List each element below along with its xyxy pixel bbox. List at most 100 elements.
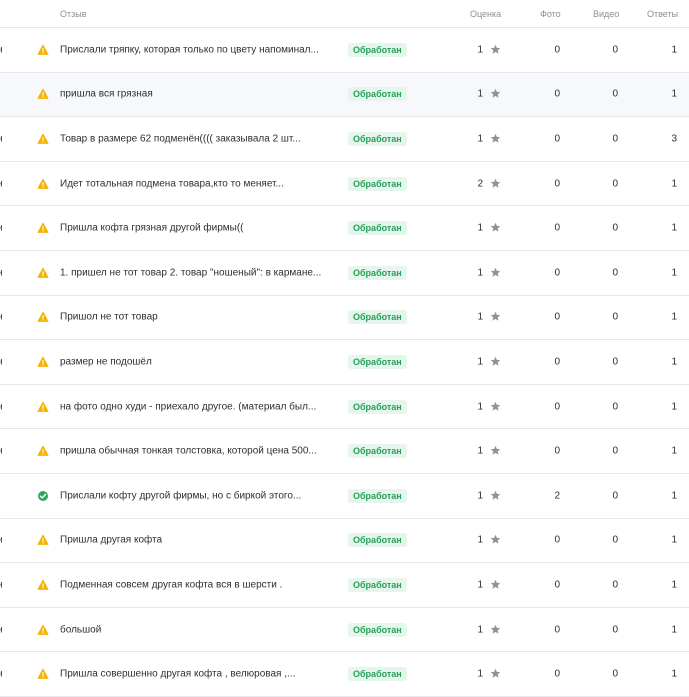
video-count: 0 [612, 668, 618, 680]
star-icon [490, 579, 502, 591]
status-badge: Обработан [348, 221, 407, 236]
table-row[interactable]: н на фото одно худи - приехало другое. (м… [0, 385, 689, 430]
star-icon [490, 624, 502, 636]
table-row[interactable]: н Пришол не тот товар Обработан 1 0 0 1 [0, 296, 689, 341]
photo-count: 0 [554, 579, 560, 591]
rating-value: 1 [477, 133, 483, 145]
answers-count: 1 [671, 534, 677, 546]
review-text[interactable]: размер не подошёл [60, 356, 340, 367]
header-answers[interactable]: Ответы [647, 9, 678, 19]
table-row[interactable]: Прислали кофту другой фирмы, но с биркой… [0, 474, 689, 519]
table-body: н Прислали тряпку, которая только по цвет… [0, 28, 689, 697]
review-text[interactable]: Пришол не тот товар [60, 312, 340, 323]
table-header: Отзыв Оценка Фото Видео Ответы [0, 0, 689, 28]
rating-value: 2 [477, 178, 483, 190]
review-text[interactable]: Пришла кофта грязная другой фирмы(( [60, 223, 340, 234]
review-text[interactable]: на фото одно худи - приехало другое. (ма… [60, 401, 340, 412]
warning-icon [37, 44, 49, 56]
row-left-fragment: н [0, 446, 3, 457]
photo-count: 0 [554, 222, 560, 234]
header-review[interactable]: Отзыв [60, 9, 87, 19]
video-count: 0 [612, 356, 618, 368]
warning-icon [37, 624, 49, 636]
table-row[interactable]: пришла вся грязная Обработан 1 0 0 1 [0, 72, 689, 118]
warning-icon [37, 579, 49, 591]
row-left-fragment: н [0, 223, 3, 234]
status-badge: Обработан [348, 533, 407, 548]
rating-value: 1 [477, 401, 483, 413]
answers-count: 1 [671, 490, 677, 502]
warning-icon [37, 267, 49, 279]
answers-count: 1 [671, 401, 677, 413]
review-text[interactable]: Подменная совсем другая кофта вся в шерс… [60, 579, 340, 590]
rating-value: 1 [477, 668, 483, 680]
video-count: 0 [612, 445, 618, 457]
reviews-table: Отзыв Оценка Фото Видео Ответы н Прислали… [0, 0, 689, 697]
photo-count: 2 [554, 490, 560, 502]
video-count: 0 [612, 178, 618, 190]
review-text[interactable]: пришла обычная тонкая толстовка, которой… [60, 446, 340, 457]
table-row[interactable]: н Пришла совершенно другая кофта , велюро… [0, 652, 689, 697]
star-icon [490, 222, 502, 234]
status-badge: Обработан [348, 265, 407, 280]
review-text[interactable]: Товар в размере 62 подменён(((( заказыва… [60, 133, 340, 144]
warning-icon [37, 178, 49, 190]
review-text[interactable]: 1. пришел не тот товар 2. товар "ношеный… [60, 267, 340, 278]
review-text[interactable]: Пришла другая кофта [60, 535, 340, 546]
row-left-fragment: н [0, 669, 3, 680]
warning-icon [37, 534, 49, 546]
table-row[interactable]: н Прислали тряпку, которая только по цвет… [0, 28, 689, 73]
row-left-fragment: н [0, 624, 3, 635]
check-icon [37, 490, 49, 502]
table-row[interactable]: н 1. пришел не тот товар 2. товар "ношены… [0, 251, 689, 296]
review-text[interactable]: пришла вся грязная [60, 89, 340, 100]
answers-count: 1 [671, 445, 677, 457]
star-icon [490, 311, 502, 323]
rating-value: 1 [477, 311, 483, 323]
review-text[interactable]: Идет тотальная подмена товара,кто то мен… [60, 178, 340, 189]
table-row[interactable]: н Идет тотальная подмена товара,кто то ме… [0, 162, 689, 207]
star-icon [490, 534, 502, 546]
table-row[interactable]: н большой Обработан 1 0 0 1 [0, 608, 689, 653]
table-row[interactable]: н размер не подошёл Обработан 1 0 0 1 [0, 340, 689, 385]
warning-icon [37, 133, 49, 145]
row-left-fragment: н [0, 356, 3, 367]
star-icon [490, 401, 502, 413]
photo-count: 0 [554, 311, 560, 323]
table-row[interactable]: н Товар в размере 62 подменён(((( заказыв… [0, 117, 689, 162]
row-left-fragment: н [0, 133, 3, 144]
row-left-fragment: н [0, 579, 3, 590]
review-text[interactable]: большой [60, 624, 340, 635]
table-row[interactable]: н Пришла кофта грязная другой фирмы(( Обра… [0, 206, 689, 251]
answers-count: 1 [671, 579, 677, 591]
photo-count: 0 [554, 44, 560, 56]
photo-count: 0 [554, 133, 560, 145]
review-text[interactable]: Пришла совершенно другая кофта , велюров… [60, 669, 340, 680]
review-text[interactable]: Прислали тряпку, которая только по цвету… [60, 44, 340, 55]
status-badge: Обработан [348, 399, 407, 414]
video-count: 0 [612, 44, 618, 56]
status-badge: Обработан [348, 488, 407, 503]
status-badge: Обработан [348, 622, 407, 637]
video-count: 0 [612, 267, 618, 279]
header-video[interactable]: Видео [593, 9, 619, 19]
header-rating[interactable]: Оценка [470, 9, 501, 19]
star-icon [490, 445, 502, 457]
video-count: 0 [612, 624, 618, 636]
photo-count: 0 [554, 445, 560, 457]
review-text[interactable]: Прислали кофту другой фирмы, но с биркой… [60, 490, 340, 501]
answers-count: 1 [671, 88, 677, 100]
table-row[interactable]: н Пришла другая кофта Обработан 1 0 0 1 [0, 519, 689, 564]
answers-count: 1 [671, 44, 677, 56]
table-row[interactable]: н пришла обычная тонкая толстовка, которо… [0, 429, 689, 474]
table-row[interactable]: н Подменная совсем другая кофта вся в шер… [0, 563, 689, 608]
row-left-fragment: н [0, 312, 3, 323]
answers-count: 1 [671, 624, 677, 636]
photo-count: 0 [554, 178, 560, 190]
rating-value: 1 [477, 267, 483, 279]
status-badge: Обработан [348, 667, 407, 682]
answers-count: 1 [671, 311, 677, 323]
status-badge: Обработан [348, 42, 407, 57]
header-photo[interactable]: Фото [540, 9, 561, 19]
answers-count: 1 [671, 178, 677, 190]
